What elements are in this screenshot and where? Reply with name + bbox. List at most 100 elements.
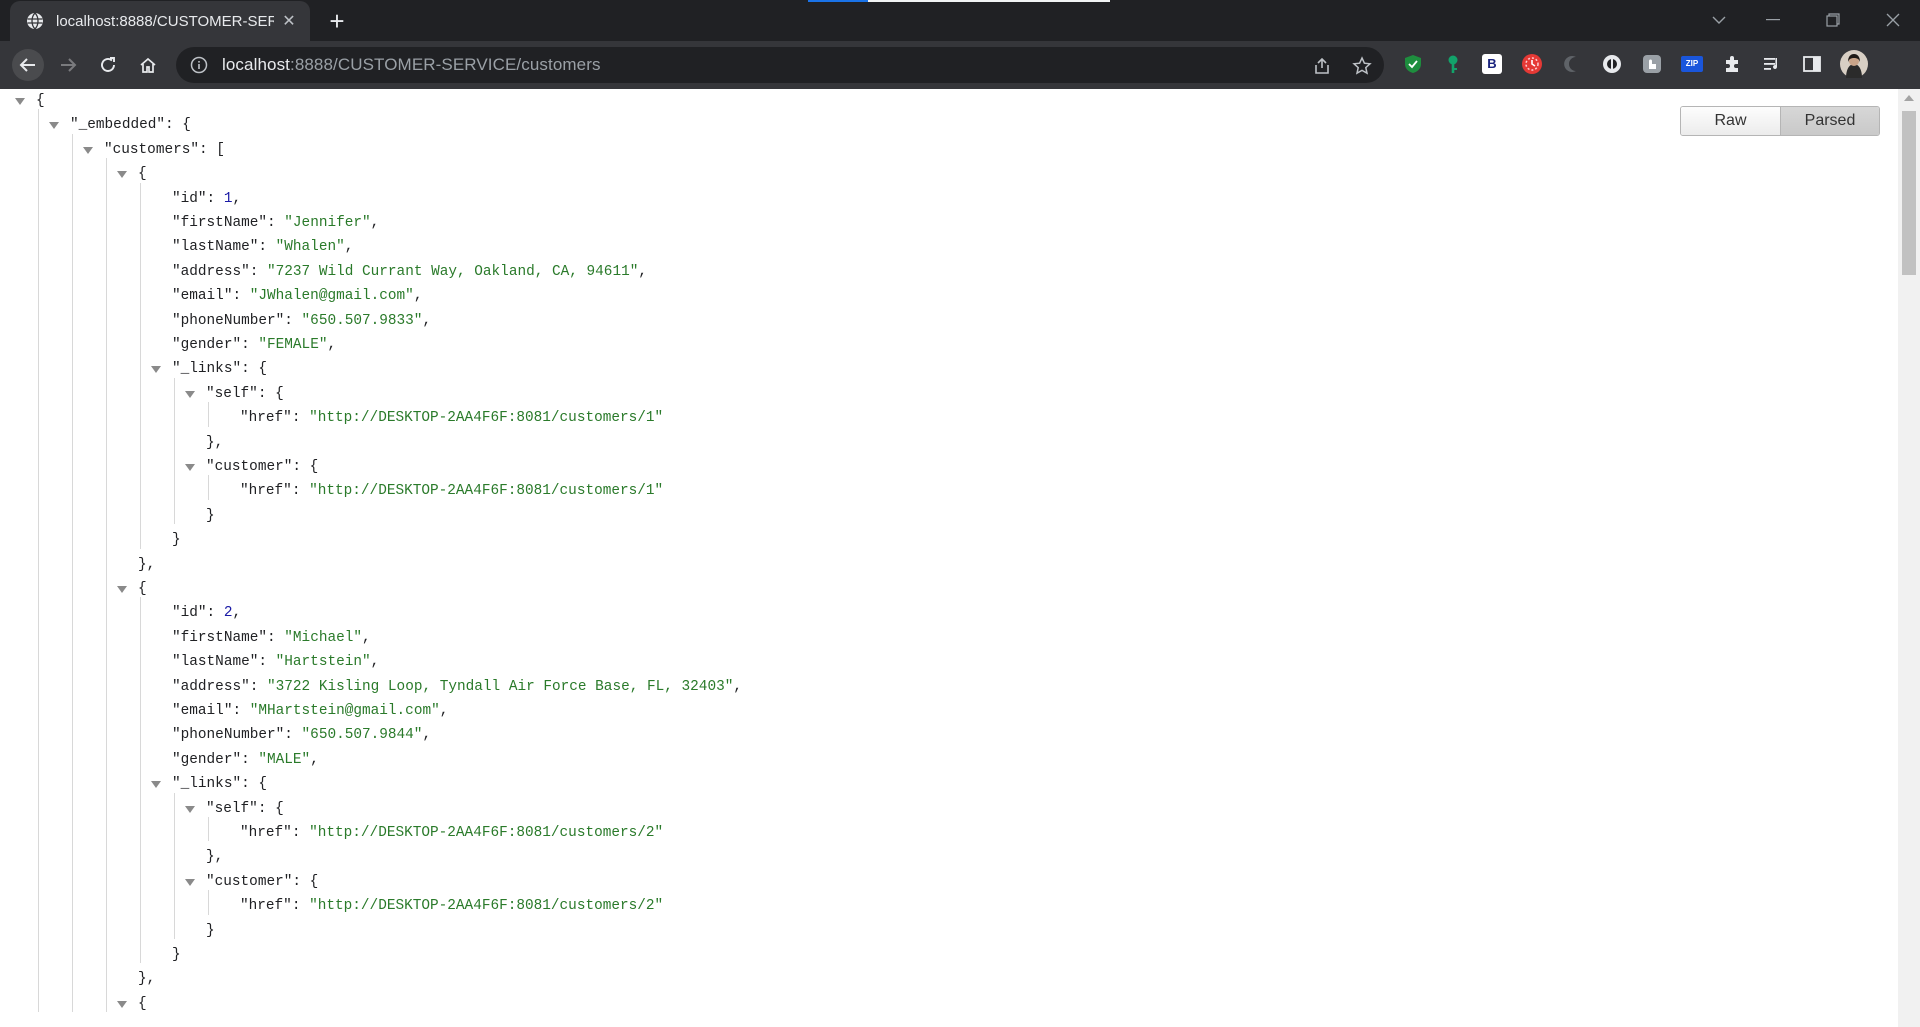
share-icon[interactable] [1312,56,1332,76]
json-punct: : [258,239,276,256]
reload-button[interactable] [92,49,124,81]
indent-guide [38,109,39,1013]
collapse-triangle-icon[interactable] [185,390,195,398]
chevron-down-icon[interactable] [1692,0,1746,40]
json-line: "phoneNumber": "650.507.9844", [172,723,431,747]
json-punct: : [284,727,302,744]
indent-guide [72,133,73,1013]
indent-guide [140,597,141,964]
json-punct: , [310,751,319,768]
collapse-triangle-icon[interactable] [185,464,195,471]
parsed-button[interactable]: Parsed [1781,107,1879,135]
collapse-triangle-icon[interactable] [117,586,127,593]
json-key: "href" [240,825,292,841]
json-key: "customer" [206,459,293,475]
json-punct: : [258,654,276,671]
key-extension-icon[interactable] [1442,53,1464,75]
collapse-triangle-icon[interactable] [151,366,161,374]
json-punct: , [733,678,742,695]
plus-icon[interactable]: + [324,8,350,34]
json-string: "Jennifer" [284,215,371,231]
collapse-triangle-icon[interactable] [49,122,59,130]
puzzle-icon[interactable] [1721,53,1743,75]
collapse-triangle-icon[interactable] [151,781,161,789]
json-punct: }, [138,556,156,573]
json-punct: : [267,629,285,646]
json-line: "customer": { [206,455,318,479]
vertical-scrollbar[interactable] [1898,89,1920,1027]
avatar[interactable] [1840,50,1868,78]
json-line: "lastName": "Whalen", [172,235,353,259]
home-button[interactable] [132,49,164,81]
json-line: "self": { [206,797,284,821]
b-extension-icon[interactable]: B [1481,53,1503,75]
json-line: "firstName": "Michael", [172,626,371,650]
json-line: "gender": "MALE", [172,748,319,772]
info-icon[interactable] [190,56,208,74]
clock-extension-icon[interactable] [1521,53,1543,75]
json-punct: : { [292,873,319,890]
json-punct: , [232,605,242,622]
restore-icon[interactable] [1806,0,1860,40]
collapse-triangle-icon[interactable] [185,805,195,813]
scrollbar-thumb[interactable] [1902,111,1916,275]
json-string: "FEMALE" [258,337,328,353]
view-toggle: Raw Parsed [1680,106,1880,136]
hand-extension-icon[interactable] [1641,53,1663,75]
crescent-extension-icon[interactable] [1561,53,1583,75]
json-punct: : [232,703,250,719]
browser-tab[interactable]: localhost:8888/CUSTOMER-SERVICE/customer… [10,1,310,41]
zip-extension-icon[interactable]: ZIP [1681,53,1703,75]
collapse-triangle-icon[interactable] [117,1000,127,1008]
json-line: }, [206,845,223,869]
json-key: "href" [240,410,292,427]
indent-guide [174,792,175,939]
json-key: "gender" [172,337,242,353]
json-punct: : { [257,800,284,817]
json-line: "_links": { [172,357,267,381]
json-punct: , [422,312,432,329]
reload-icon [101,57,115,72]
json-tree: {"_embedded": {"customers": [{"id": 1, "f… [0,89,1898,1027]
json-punct: } [206,507,215,524]
shield-extension-icon[interactable] [1402,53,1424,75]
json-line: "email": "MHartstein@gmail.com", [172,699,448,723]
json-line: "self": { [206,382,284,406]
back-button[interactable] [12,49,44,81]
indent-guide [140,182,141,549]
json-line: { [138,992,147,1016]
json-punct: { [138,166,147,183]
json-string: "3722 Kisling Loop, Tyndall Air Force Ba… [267,678,734,695]
star-icon[interactable] [1352,56,1372,76]
json-punct: { [36,93,45,109]
json-line: "id": 2, [172,601,241,625]
forward-button[interactable] [52,49,84,81]
forward-arrow-icon [61,58,77,72]
json-punct: : [241,751,259,768]
json-punct: , [370,215,380,231]
json-punct: : [291,898,310,915]
close-window-icon[interactable] [1866,0,1920,40]
json-punct: : [206,605,224,622]
json-line: "id": 1, [172,187,241,211]
json-key: "firstName" [172,215,267,231]
collapse-triangle-icon[interactable] [117,171,127,179]
close-icon[interactable]: ✕ [280,11,298,31]
scroll-up-icon[interactable] [1904,95,1914,101]
json-punct: : { [241,361,268,378]
json-key: "address" [172,678,250,695]
json-line: "address": "7237 Wild Currant Way, Oakla… [172,260,647,284]
url-host: localhost [222,55,290,74]
json-punct: , [638,263,647,280]
circle-extension-icon[interactable] [1601,53,1623,75]
json-line: "_links": { [172,772,267,796]
minimize-icon[interactable] [1746,0,1800,40]
collapse-triangle-icon[interactable] [83,146,93,154]
collapse-triangle-icon[interactable] [185,878,195,886]
sidepanel-icon[interactable] [1801,53,1823,75]
address-bar[interactable]: localhost:8888/CUSTOMER-SERVICE/customer… [176,47,1384,83]
raw-button[interactable]: Raw [1681,107,1781,135]
json-key: "id" [172,190,207,207]
playlist-icon[interactable] [1761,53,1783,75]
collapse-triangle-icon[interactable] [15,98,25,105]
